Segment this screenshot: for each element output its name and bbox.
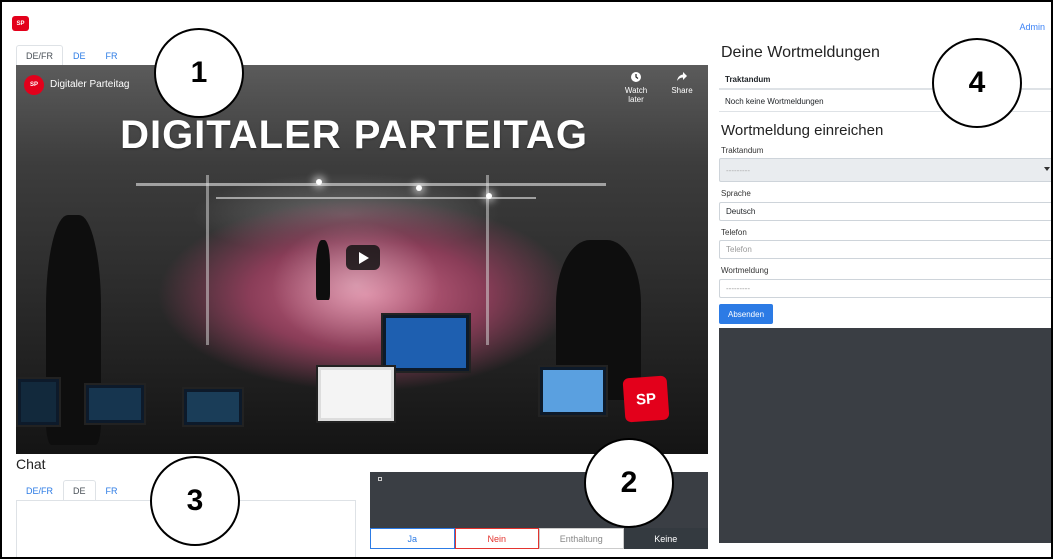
truss-pillar xyxy=(486,175,489,345)
sp-logo[interactable]: SP xyxy=(12,16,29,31)
sprache-label: Sprache xyxy=(721,189,751,198)
laptop xyxy=(538,365,608,417)
telefon-label: Telefon xyxy=(721,228,747,237)
share-icon xyxy=(677,72,687,81)
sprache-select[interactable]: Deutsch xyxy=(719,202,1051,221)
video-heading: DIGITALER PARTEITAG xyxy=(120,113,588,157)
monitor xyxy=(182,387,244,427)
submit-request-title: Wortmeldung einreichen xyxy=(721,122,884,139)
play-button[interactable] xyxy=(346,245,380,270)
video-tab-defr[interactable]: DE/FR xyxy=(16,45,63,66)
vote-enthaltung-button[interactable]: Enthaltung xyxy=(539,528,624,549)
sp-badge: SP xyxy=(622,375,670,423)
monitor xyxy=(16,377,61,427)
monitor xyxy=(381,313,471,373)
video-tab-de[interactable]: DE xyxy=(63,45,96,66)
share-button[interactable]: Share xyxy=(662,71,702,95)
vote-nein-button[interactable]: Nein xyxy=(454,528,539,549)
person-silhouette xyxy=(316,240,330,300)
laptop xyxy=(316,365,396,423)
watch-later-button[interactable]: Watch later xyxy=(616,71,656,104)
telefon-input[interactable]: Telefon xyxy=(719,240,1051,259)
stage-light xyxy=(486,193,492,199)
stage-light xyxy=(416,185,422,191)
video-tab-fr[interactable]: FR xyxy=(96,45,128,66)
chat-language-tabs: DE/FR DE FR xyxy=(16,480,128,501)
truss-pillar xyxy=(206,175,209,345)
preview-panel xyxy=(719,328,1051,543)
submit-button[interactable]: Absenden xyxy=(719,304,773,324)
traktandum-select-value: --------- xyxy=(726,166,750,175)
wortmeldung-label: Wortmeldung xyxy=(721,266,769,275)
video-title[interactable]: Digitaler Parteitag xyxy=(50,79,129,90)
callout-3: 3 xyxy=(150,456,240,546)
chat-tab-fr[interactable]: FR xyxy=(96,480,128,501)
my-requests-title: Deine Wortmeldungen xyxy=(721,44,880,61)
stage-light xyxy=(316,179,322,185)
callout-4: 4 xyxy=(932,38,1022,128)
vote-ja-button[interactable]: Ja xyxy=(370,528,455,549)
video-player[interactable]: SP Digitaler Parteitag Watch later Share… xyxy=(16,65,708,454)
chat-tab-defr[interactable]: DE/FR xyxy=(16,480,63,501)
app-frame: SP Admin DE/FR DE FR SP Digitaler Partei… xyxy=(0,0,1053,559)
video-language-tabs: DE/FR DE FR xyxy=(16,45,128,66)
vote-indicator xyxy=(378,477,382,481)
watch-later-label: Watch later xyxy=(624,86,648,104)
vote-buttons: Ja Nein Enthaltung Keine xyxy=(370,528,708,549)
chat-title: Chat xyxy=(16,456,46,472)
clock-icon xyxy=(631,72,641,82)
chat-tab-de[interactable]: DE xyxy=(63,480,96,501)
share-label: Share xyxy=(671,86,693,95)
traktandum-select[interactable]: --------- xyxy=(719,158,1051,182)
callout-1: 1 xyxy=(154,28,244,118)
callout-2: 2 xyxy=(584,438,674,528)
monitor xyxy=(84,383,146,425)
channel-avatar[interactable]: SP xyxy=(24,75,44,95)
chevron-down-icon xyxy=(1044,167,1050,171)
traktandum-label: Traktandum xyxy=(721,146,764,155)
vote-keine-button[interactable]: Keine xyxy=(623,528,708,549)
wortmeldung-select[interactable]: --------- xyxy=(719,279,1051,298)
